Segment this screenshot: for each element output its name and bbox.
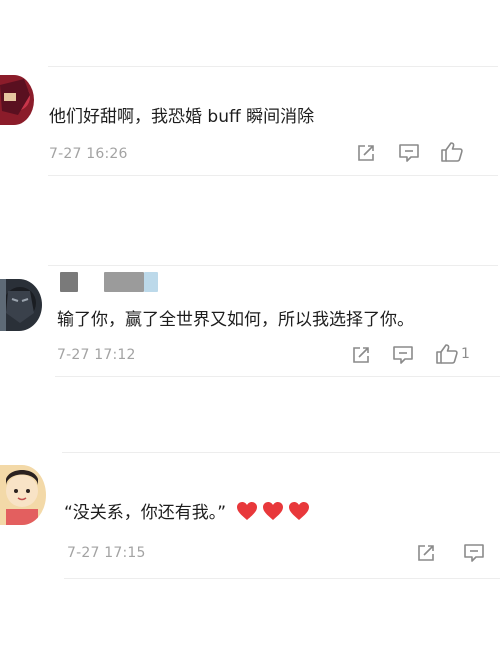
share-button[interactable] bbox=[356, 143, 376, 163]
reply-button[interactable] bbox=[392, 345, 414, 365]
divider bbox=[48, 265, 498, 266]
red-heart-icon bbox=[236, 502, 257, 520]
comment-text: “没关系，你还有我。” bbox=[64, 501, 310, 524]
avatar[interactable] bbox=[0, 465, 46, 525]
username-masked bbox=[60, 272, 158, 292]
divider bbox=[55, 376, 500, 377]
comment-icon bbox=[399, 144, 419, 162]
divider bbox=[62, 452, 500, 453]
masked-block bbox=[144, 272, 158, 292]
avatar-image-icon bbox=[0, 279, 42, 331]
masked-block bbox=[60, 272, 78, 292]
comment-text-content: “没关系，你还有我。” bbox=[64, 503, 227, 523]
share-button[interactable] bbox=[351, 345, 371, 365]
comment-timestamp: 7-27 16:26 bbox=[49, 146, 128, 162]
comment-icon bbox=[464, 544, 484, 562]
share-icon bbox=[418, 545, 434, 561]
avatar-image-icon bbox=[0, 75, 34, 125]
comment-text: 输了你，赢了全世界又如何，所以我选择了你。 bbox=[57, 310, 414, 330]
like-button[interactable] bbox=[440, 141, 466, 163]
like-button[interactable]: 1 bbox=[435, 343, 470, 365]
share-icon bbox=[358, 145, 374, 161]
like-count: 1 bbox=[461, 346, 470, 362]
reply-button[interactable] bbox=[463, 543, 485, 563]
comment-timestamp: 7-27 17:12 bbox=[57, 347, 136, 363]
comment-timestamp: 7-27 17:15 bbox=[67, 545, 146, 561]
avatar[interactable] bbox=[0, 279, 42, 331]
comment-icon bbox=[393, 346, 413, 364]
red-heart-icon bbox=[262, 502, 283, 520]
reply-button[interactable] bbox=[398, 143, 420, 163]
divider bbox=[48, 66, 498, 67]
thumbs-up-icon bbox=[436, 344, 458, 364]
red-heart-icon bbox=[288, 502, 309, 520]
thumbs-up-icon bbox=[441, 142, 463, 162]
divider bbox=[48, 175, 498, 176]
avatar-image-icon bbox=[0, 465, 46, 525]
comment-text: 他们好甜啊，我恐婚 buff 瞬间消除 bbox=[49, 107, 315, 127]
share-button[interactable] bbox=[416, 543, 436, 563]
share-icon bbox=[353, 347, 369, 363]
avatar[interactable] bbox=[0, 75, 34, 125]
divider bbox=[64, 578, 500, 579]
masked-block bbox=[104, 272, 144, 292]
